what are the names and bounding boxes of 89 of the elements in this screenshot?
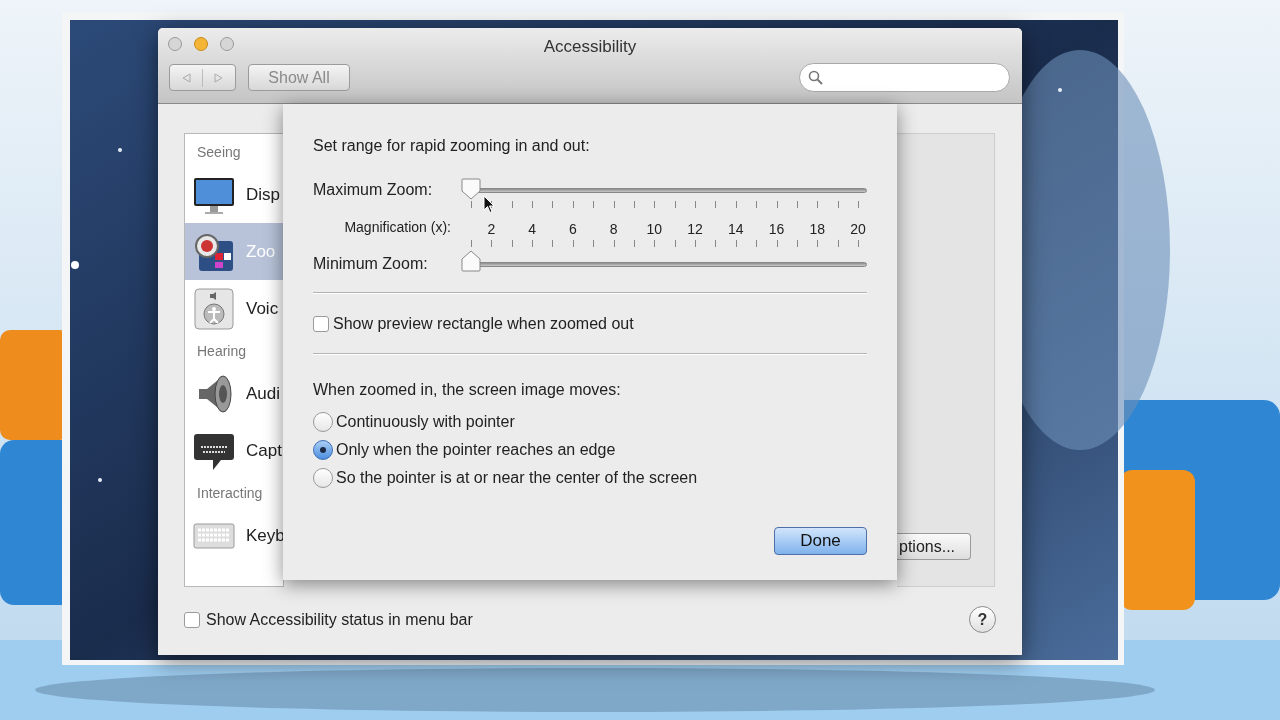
tick-mark (613, 201, 615, 208)
options-button[interactable]: ptions... (897, 533, 971, 560)
tick-mark (654, 201, 656, 208)
pointer-icon (483, 195, 495, 214)
search-field[interactable] (799, 63, 1010, 92)
scale-number: 8 (609, 221, 618, 237)
radio-button[interactable] (313, 412, 333, 432)
slider[interactable] (460, 180, 867, 200)
tick-mark (674, 240, 676, 247)
tick-mark (593, 240, 595, 247)
scale-number: 10 (646, 221, 663, 237)
sidebar-item[interactable]: Disp (185, 166, 283, 223)
sidebar-item[interactable]: Audi (185, 365, 283, 422)
tick-mark (593, 201, 595, 208)
scale-number: 16 (768, 221, 785, 237)
tick-mark (796, 201, 798, 208)
group-heading: When zoomed in, the screen image moves: (313, 380, 621, 400)
scale-number: 20 (850, 221, 866, 237)
tick-mark (532, 201, 534, 208)
checkbox-label: Show Accessibility status in menu bar (206, 610, 473, 630)
tick-mark (837, 240, 839, 247)
tick-mark (552, 201, 554, 208)
tick-mark (817, 201, 819, 208)
tick-mark (796, 240, 798, 247)
close-button[interactable] (168, 37, 182, 51)
scale-number: 12 (687, 221, 703, 237)
radio-label: Continuously with pointer (336, 412, 515, 432)
done-button[interactable]: Done (774, 527, 867, 555)
tick-mark (613, 240, 615, 247)
sidebar-item[interactable]: Voic (185, 280, 283, 337)
scale-number: 14 (728, 221, 744, 237)
tick-mark (633, 240, 635, 247)
tick-mark (491, 240, 493, 247)
checkbox[interactable] (313, 316, 329, 332)
tick-mark (511, 240, 513, 247)
tick-mark (572, 240, 574, 247)
tick-mark (858, 240, 859, 247)
zoom-button[interactable] (220, 37, 234, 51)
section-heading: Seeing (197, 142, 241, 162)
radio-label: Only when the pointer reaches an edge (336, 440, 616, 460)
tick-mark (471, 240, 472, 247)
minimize-button[interactable] (194, 37, 208, 51)
checkbox[interactable] (184, 612, 200, 628)
tick-mark (817, 240, 819, 247)
scale-number: 6 (568, 221, 577, 237)
scale-number: 18 (809, 221, 826, 237)
tick-mark (756, 240, 758, 247)
search-icon (808, 70, 823, 85)
scale-number: 2 (487, 221, 496, 237)
radio-button[interactable] (313, 440, 333, 460)
sheet-heading: Set range for rapid zooming in and out: (313, 136, 590, 156)
tick-mark (674, 201, 676, 208)
tick-mark (715, 201, 717, 208)
tick-mark (633, 201, 635, 208)
checkbox-label: Show preview rectangle when zoomed out (333, 314, 634, 334)
tick-mark (532, 240, 534, 247)
tick-mark (654, 240, 656, 247)
window-title: Accessibility (543, 36, 637, 58)
slider-label: Maximum Zoom: (313, 180, 434, 200)
tick-mark (756, 201, 758, 208)
tick-mark (695, 201, 697, 208)
tick-mark (695, 240, 697, 247)
slider-thumb[interactable] (460, 250, 481, 272)
sidebar-item[interactable]: Capt (185, 422, 283, 479)
tick-mark (511, 201, 513, 208)
back-icon[interactable] (182, 72, 191, 83)
tick-mark (776, 201, 778, 208)
slider-label: Minimum Zoom: (313, 254, 429, 274)
tick-mark (858, 201, 859, 208)
scale-label: Magnification (x): (344, 217, 451, 237)
forward-icon[interactable] (214, 72, 223, 83)
scale-number: 4 (528, 221, 536, 237)
section-heading: Hearing (197, 341, 247, 361)
radio-button[interactable] (313, 468, 333, 488)
tick-mark (735, 201, 737, 208)
tick-mark (776, 240, 778, 247)
section-heading: Interacting (197, 483, 263, 503)
help-button[interactable]: ? (969, 606, 996, 633)
slider-thumb[interactable] (460, 178, 481, 200)
tick-mark (735, 240, 737, 247)
tick-mark (837, 201, 839, 208)
tick-mark (471, 201, 472, 208)
tick-mark (491, 201, 493, 208)
accessibility-figure-icon (193, 287, 235, 330)
tick-mark (572, 201, 574, 208)
radio-label: So the pointer is at or near the center of the screen (336, 468, 698, 488)
tick-mark (715, 240, 717, 247)
tick-mark (552, 240, 554, 247)
back-forward-buttons[interactable] (169, 64, 236, 91)
